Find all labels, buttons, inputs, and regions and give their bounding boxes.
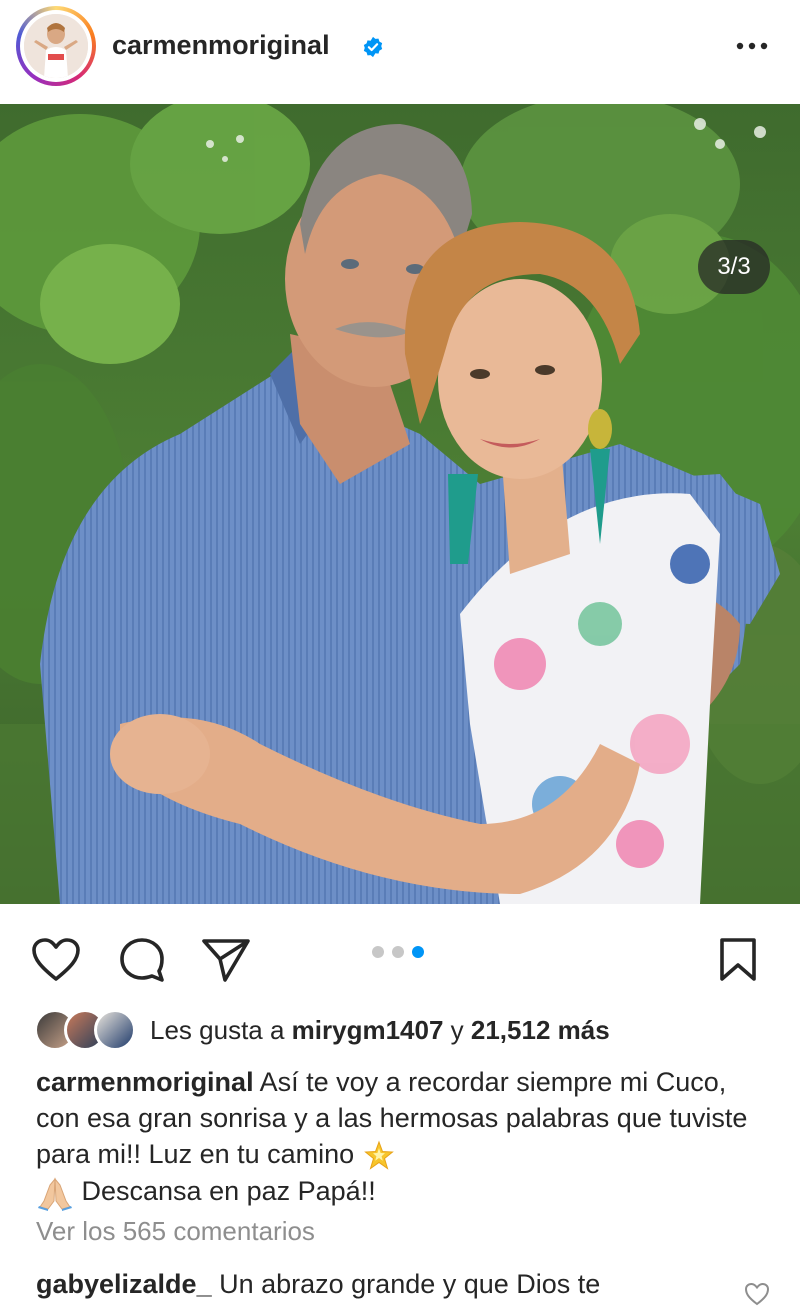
verified-badge-icon: [363, 36, 383, 58]
avatar-figure: [24, 14, 88, 78]
post-caption: carmenmoriginal Así te voy a recordar si…: [36, 1064, 756, 1211]
caption-username[interactable]: carmenmoriginal: [36, 1067, 254, 1097]
share-button[interactable]: [200, 934, 252, 986]
glowing-star-emoji: [363, 1140, 394, 1170]
avatar[interactable]: [24, 14, 88, 78]
likes-summary: Les gusta a mirygm1407 y 21,512 más: [150, 1015, 610, 1046]
bookmark-icon: [720, 938, 756, 981]
carousel-dot: [392, 946, 404, 958]
carousel-counter: 3/3: [698, 240, 770, 294]
carousel-dots: [372, 946, 424, 958]
likes-count[interactable]: 21,512 más: [471, 1015, 610, 1045]
avatar-border: [20, 10, 92, 82]
comment-heart-icon[interactable]: [744, 1282, 770, 1306]
more-horizontal-icon[interactable]: [732, 34, 772, 58]
heart-icon: [32, 938, 80, 981]
comment-preview: gabyelizalde_ Un abrazo grande y que Dio…: [36, 1266, 736, 1302]
likes-prefix: Les gusta a: [150, 1014, 292, 1045]
comment-text: Un abrazo grande y que Dios te: [211, 1269, 601, 1299]
comment-username[interactable]: gabyelizalde_: [36, 1269, 212, 1299]
header-username[interactable]: carmenmoriginal: [112, 30, 330, 61]
view-all-comments-link[interactable]: Ver los 565 comentarios: [36, 1216, 315, 1247]
post-header: carmenmoriginal: [0, 0, 800, 104]
caption-text-2: Descansa en paz Papá!!: [74, 1175, 376, 1206]
carousel-dot-active: [412, 946, 424, 958]
like-button[interactable]: [30, 934, 82, 986]
folded-hands-emoji: [38, 1177, 72, 1211]
comment-button[interactable]: [116, 934, 168, 986]
likes-row[interactable]: Les gusta a mirygm1407 y 21,512 más: [34, 1009, 610, 1051]
likes-user-link[interactable]: mirygm1407: [292, 1015, 444, 1045]
photo-illustration: [0, 104, 800, 904]
save-button[interactable]: [712, 934, 764, 986]
liker-avatar: [94, 1009, 136, 1051]
post-photo[interactable]: 3/3: [0, 104, 800, 904]
send-icon: [202, 939, 250, 982]
likes-middle: y: [443, 1014, 471, 1045]
story-ring[interactable]: [16, 6, 96, 86]
comment-icon: [120, 938, 164, 982]
carousel-dot: [372, 946, 384, 958]
